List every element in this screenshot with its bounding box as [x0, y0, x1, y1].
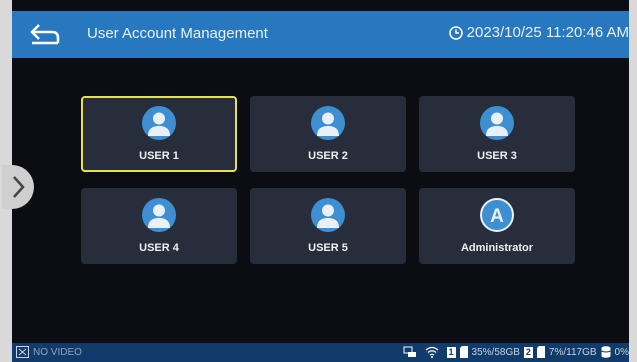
- clock-icon: [448, 25, 463, 40]
- user-tile-1[interactable]: USER 1: [81, 96, 237, 172]
- svg-text:A: A: [490, 206, 504, 227]
- chevron-right-icon: [13, 176, 25, 198]
- user-tile-label: USER 1: [139, 150, 179, 162]
- datetime-display: 2023/10/25 11:20:46 AM: [448, 24, 629, 41]
- user-tile-3[interactable]: USER 3: [419, 96, 575, 172]
- user-avatar-icon: [311, 106, 345, 140]
- user-tile-label: USER 2: [308, 150, 348, 162]
- user-avatar-icon: [142, 198, 176, 232]
- user-tile-label: USER 3: [477, 150, 517, 162]
- disk-1-badge: 1: [446, 346, 456, 358]
- disk-2-badge: 2: [523, 346, 533, 358]
- expand-side-panel-button[interactable]: [2, 165, 34, 209]
- sd-card-icon: [459, 346, 468, 358]
- user-avatar-icon: [311, 198, 345, 232]
- admin-tile[interactable]: A Administrator: [419, 188, 575, 264]
- video-off-icon: [16, 346, 29, 358]
- database-icon: [600, 346, 611, 358]
- network-icon: [403, 346, 416, 357]
- user-tile-label: USER 5: [308, 242, 348, 254]
- page-title: User Account Management: [87, 25, 268, 42]
- user-avatar-icon: [142, 106, 176, 140]
- video-status: NO VIDEO: [16, 346, 82, 358]
- disk-2-usage: 7%/117GB: [548, 346, 597, 358]
- datetime-text: 2023/10/25 11:20:46 AM: [466, 24, 629, 41]
- right-edge: [629, 0, 637, 362]
- status-indicators: 1 35%/58GB 2 7%/117GB 0%: [399, 346, 629, 358]
- header-bar: User Account Management 2023/10/25 11:20…: [12, 11, 629, 58]
- user-tile-2[interactable]: USER 2: [250, 96, 406, 172]
- back-button[interactable]: [26, 19, 64, 51]
- sd-card-icon: [536, 346, 545, 358]
- status-bar: NO VIDEO 1 35%/58GB 2 7%/117GB 0%: [12, 343, 629, 362]
- user-avatar-icon: [480, 106, 514, 140]
- user-tile-label: USER 4: [139, 242, 179, 254]
- user-tile-5[interactable]: USER 5: [250, 188, 406, 264]
- wifi-icon: [425, 346, 438, 358]
- back-arrow-icon: [30, 24, 60, 45]
- disk-1-usage: 35%/58GB: [471, 346, 520, 358]
- disk-3-usage: 0%: [614, 346, 629, 358]
- admin-a-icon: A: [480, 198, 514, 232]
- user-tile-label: Administrator: [460, 242, 534, 254]
- video-status-text: NO VIDEO: [33, 346, 82, 358]
- user-tile-4[interactable]: USER 4: [81, 188, 237, 264]
